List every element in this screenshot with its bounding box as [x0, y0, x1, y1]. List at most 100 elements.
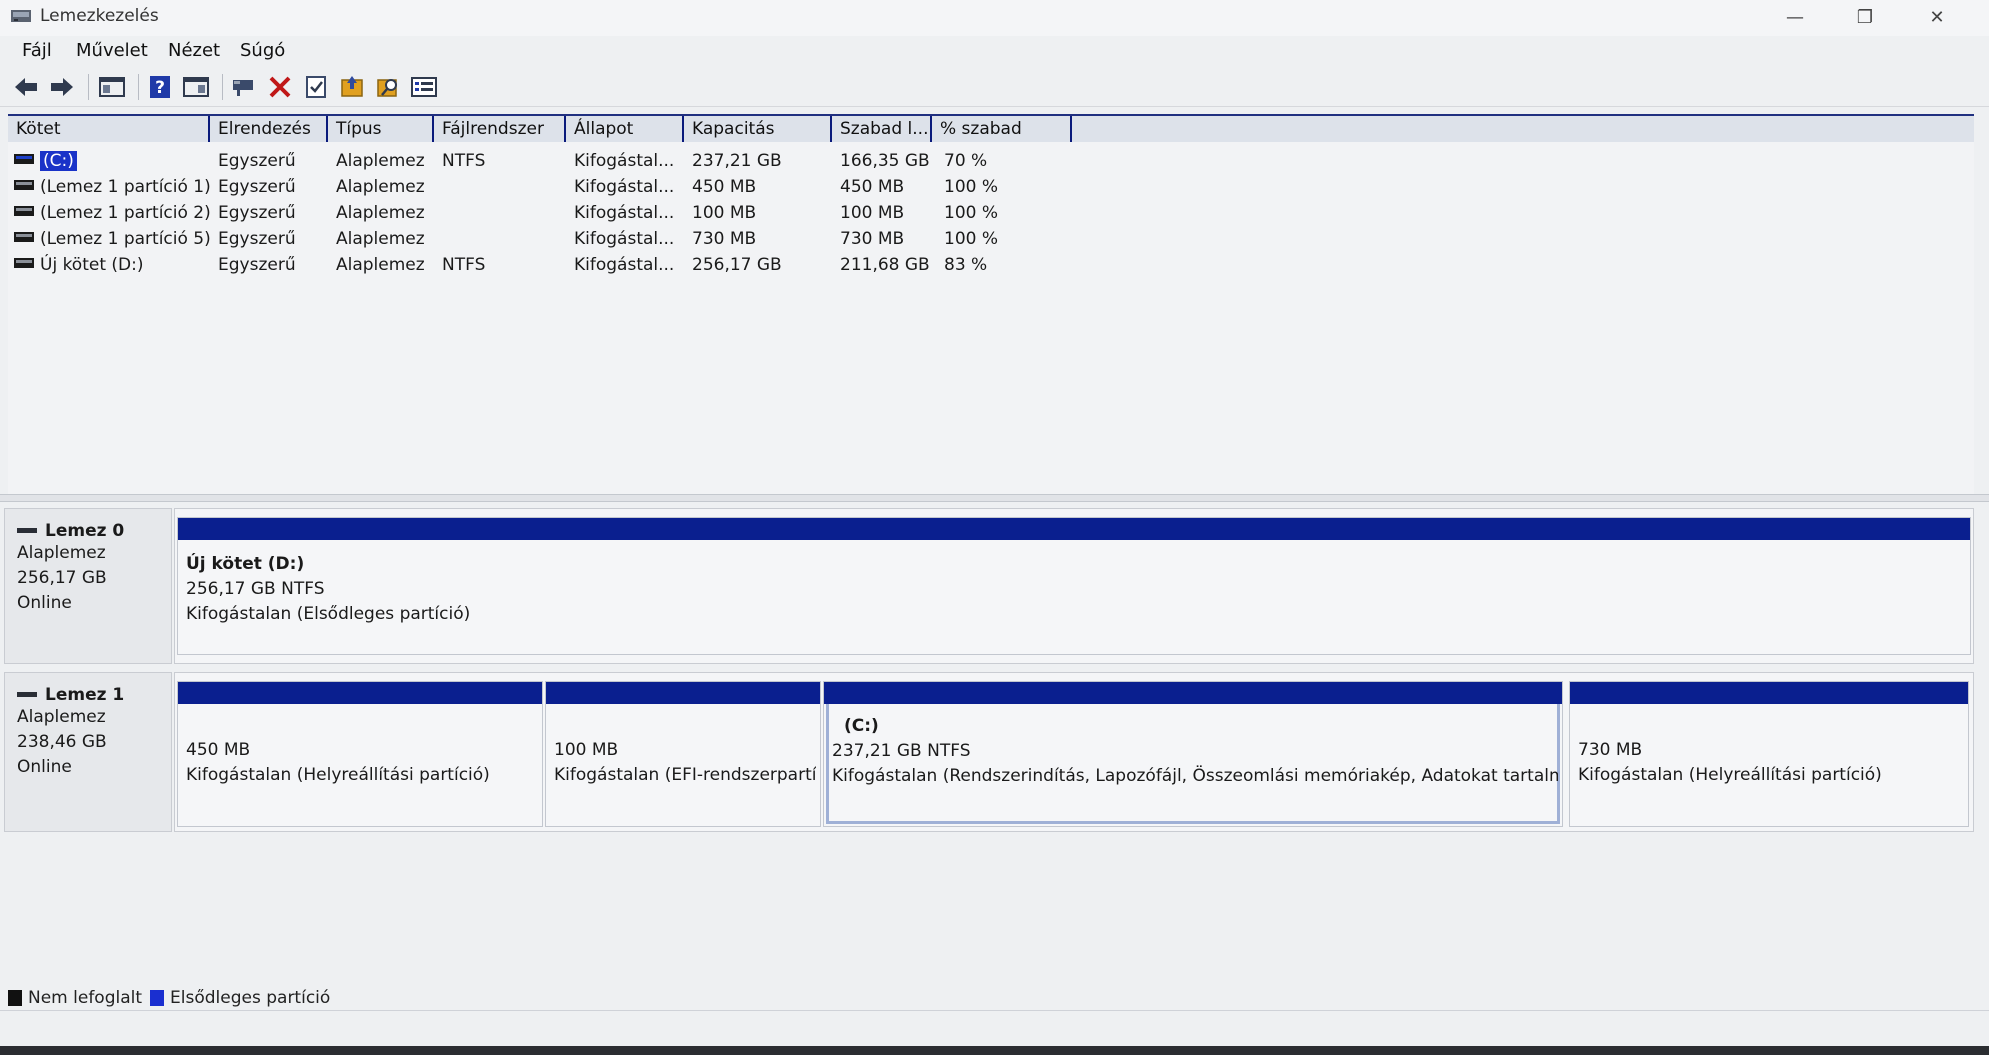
- volume-percent-free: 100 %: [944, 177, 999, 197]
- column-header-layout[interactable]: Elrendezés: [210, 116, 328, 142]
- column-header-free-space[interactable]: Szabad l...: [832, 116, 932, 142]
- partition-recovery-1[interactable]: 450 MB Kifogástalan (Helyreállítási part…: [177, 681, 543, 827]
- delete-icon[interactable]: [266, 74, 294, 100]
- legend-swatch-unallocated: [8, 990, 22, 1006]
- disk-0-layout: Új kötet (D:) 256,17 GB NTFS Kifogástala…: [174, 508, 1974, 664]
- volume-type: Alaplemez: [336, 177, 425, 197]
- volume-percent-free: 100 %: [944, 229, 999, 249]
- list-view-icon[interactable]: [410, 74, 438, 100]
- disk-state: Online: [17, 593, 72, 613]
- volume-percent-free: 100 %: [944, 203, 999, 223]
- volume-icon: [14, 154, 34, 164]
- volume-name: Új kötet (D:): [40, 255, 144, 275]
- partition-status: Kifogástalan (Elsődleges partíció): [186, 604, 471, 624]
- disk-1-layout: 450 MB Kifogástalan (Helyreállítási part…: [174, 672, 1974, 832]
- partition-size: 237,21 GB NTFS: [832, 741, 971, 761]
- volume-icon: [14, 232, 34, 242]
- status-bar: [0, 1010, 1989, 1047]
- volume-capacity: 100 MB: [692, 203, 757, 223]
- volume-layout: Egyszerű: [218, 255, 296, 275]
- volume-list: Kötet Elrendezés Típus Fájlrendszer Álla…: [8, 114, 1974, 494]
- forward-icon[interactable]: [48, 74, 76, 100]
- legend-swatch-primary: [150, 990, 165, 1006]
- volume-layout: Egyszerű: [218, 203, 296, 223]
- menu-bar: Fájl Művelet Nézet Súgó: [0, 36, 1989, 66]
- volume-percent-free: 70 %: [944, 151, 988, 171]
- toolbar: ?: [0, 66, 1989, 107]
- partition-status: Kifogástalan (Rendszerindítás, Lapozófáj…: [832, 766, 1558, 786]
- volume-icon: [14, 206, 34, 216]
- volume-type: Alaplemez: [336, 229, 425, 249]
- disk-management-app-icon: [11, 10, 31, 22]
- disk-0-label[interactable]: Lemez 0 Alaplemez 256,17 GB Online: [4, 508, 172, 664]
- volume-free-space: 450 MB: [840, 177, 905, 197]
- action-pane-icon[interactable]: [182, 74, 210, 100]
- console-tree-icon[interactable]: [98, 74, 126, 100]
- disk-size: 238,46 GB: [17, 732, 107, 752]
- column-header-type[interactable]: Típus: [328, 116, 434, 142]
- volume-status: Kifogástal...: [574, 203, 675, 223]
- partition-bar: [546, 682, 820, 704]
- legend: Nem lefoglalt Elsődleges partíció: [8, 986, 330, 1010]
- partition-c[interactable]: (C:) 237,21 GB NTFS Kifogástalan (Rendsz…: [823, 681, 1563, 827]
- search-icon[interactable]: [374, 74, 402, 100]
- partition-status: Kifogástalan (Helyreállítási partíció): [186, 765, 490, 785]
- disk-1-label[interactable]: Lemez 1 Alaplemez 238,46 GB Online: [4, 672, 172, 832]
- partition-status: Kifogástalan (EFI-rendszerpartíció): [554, 765, 816, 785]
- partition-bar: [824, 682, 1562, 704]
- menu-action[interactable]: Művelet: [76, 40, 148, 61]
- volume-name: (C:): [40, 151, 77, 171]
- partition-size: 730 MB: [1578, 740, 1643, 760]
- column-header-filler: [1072, 116, 1974, 142]
- column-header-percent-free[interactable]: % szabad: [932, 116, 1072, 142]
- disk-icon: [17, 692, 37, 697]
- volume-layout: Egyszerű: [218, 151, 296, 171]
- partition-size: 256,17 GB NTFS: [186, 579, 325, 599]
- export-icon[interactable]: [338, 74, 366, 100]
- restore-button[interactable]: ❐: [1842, 0, 1888, 36]
- taskbar-edge: [0, 1046, 1989, 1055]
- volume-free-space: 166,35 GB: [840, 151, 930, 171]
- table-row[interactable]: (Lemez 1 partíció 1) Egyszerű Alaplemez …: [8, 174, 1108, 200]
- column-header-status[interactable]: Állapot: [566, 116, 684, 142]
- partition-efi[interactable]: 100 MB Kifogástalan (EFI-rendszerpartíci…: [545, 681, 821, 827]
- volume-capacity: 256,17 GB: [692, 255, 782, 275]
- menu-help[interactable]: Súgó: [240, 40, 285, 61]
- volume-capacity: 450 MB: [692, 177, 757, 197]
- volume-type: Alaplemez: [336, 151, 425, 171]
- disk-title: Lemez 1: [17, 685, 171, 705]
- column-header-volume[interactable]: Kötet: [8, 116, 210, 142]
- table-row[interactable]: (Lemez 1 partíció 2) Egyszerű Alaplemez …: [8, 200, 1108, 226]
- partition-status: Kifogástalan (Helyreállítási partíció): [1578, 765, 1882, 785]
- volume-name: (Lemez 1 partíció 1): [40, 177, 211, 197]
- minimize-button[interactable]: —: [1772, 0, 1818, 36]
- volume-layout: Egyszerű: [218, 229, 296, 249]
- disk-icon: [17, 528, 37, 533]
- connect-disk-icon[interactable]: [230, 74, 258, 100]
- properties-icon[interactable]: [302, 74, 330, 100]
- disk-size: 256,17 GB: [17, 568, 107, 588]
- help-icon[interactable]: ?: [146, 74, 174, 100]
- volume-layout: Egyszerű: [218, 177, 296, 197]
- column-header-filesystem[interactable]: Fájlrendszer: [434, 116, 566, 142]
- partition-recovery-5[interactable]: 730 MB Kifogástalan (Helyreállítási part…: [1569, 681, 1969, 827]
- menu-file[interactable]: Fájl: [22, 40, 52, 61]
- legend-label-primary: Elsődleges partíció: [170, 988, 331, 1008]
- close-button[interactable]: ✕: [1914, 0, 1960, 36]
- pane-splitter[interactable]: [0, 494, 1989, 502]
- table-row[interactable]: Új kötet (D:) Egyszerű Alaplemez NTFS Ki…: [8, 252, 1108, 278]
- volume-status: Kifogástal...: [574, 177, 675, 197]
- back-icon[interactable]: [12, 74, 40, 100]
- legend-label-unallocated: Nem lefoglalt: [28, 988, 143, 1008]
- column-header-capacity[interactable]: Kapacitás: [684, 116, 832, 142]
- partition-bar: [1570, 682, 1968, 704]
- disk-name: Lemez 0: [45, 521, 125, 541]
- volume-status: Kifogástal...: [574, 229, 675, 249]
- disk-type: Alaplemez: [17, 707, 106, 727]
- partition-title: (C:): [844, 716, 879, 736]
- table-row[interactable]: (C:) Egyszerű Alaplemez NTFS Kifogástal.…: [8, 148, 1108, 174]
- menu-view[interactable]: Nézet: [168, 40, 220, 61]
- volume-free-space: 730 MB: [840, 229, 905, 249]
- table-row[interactable]: (Lemez 1 partíció 5) Egyszerű Alaplemez …: [8, 226, 1108, 252]
- partition-d[interactable]: Új kötet (D:) 256,17 GB NTFS Kifogástala…: [177, 517, 1971, 655]
